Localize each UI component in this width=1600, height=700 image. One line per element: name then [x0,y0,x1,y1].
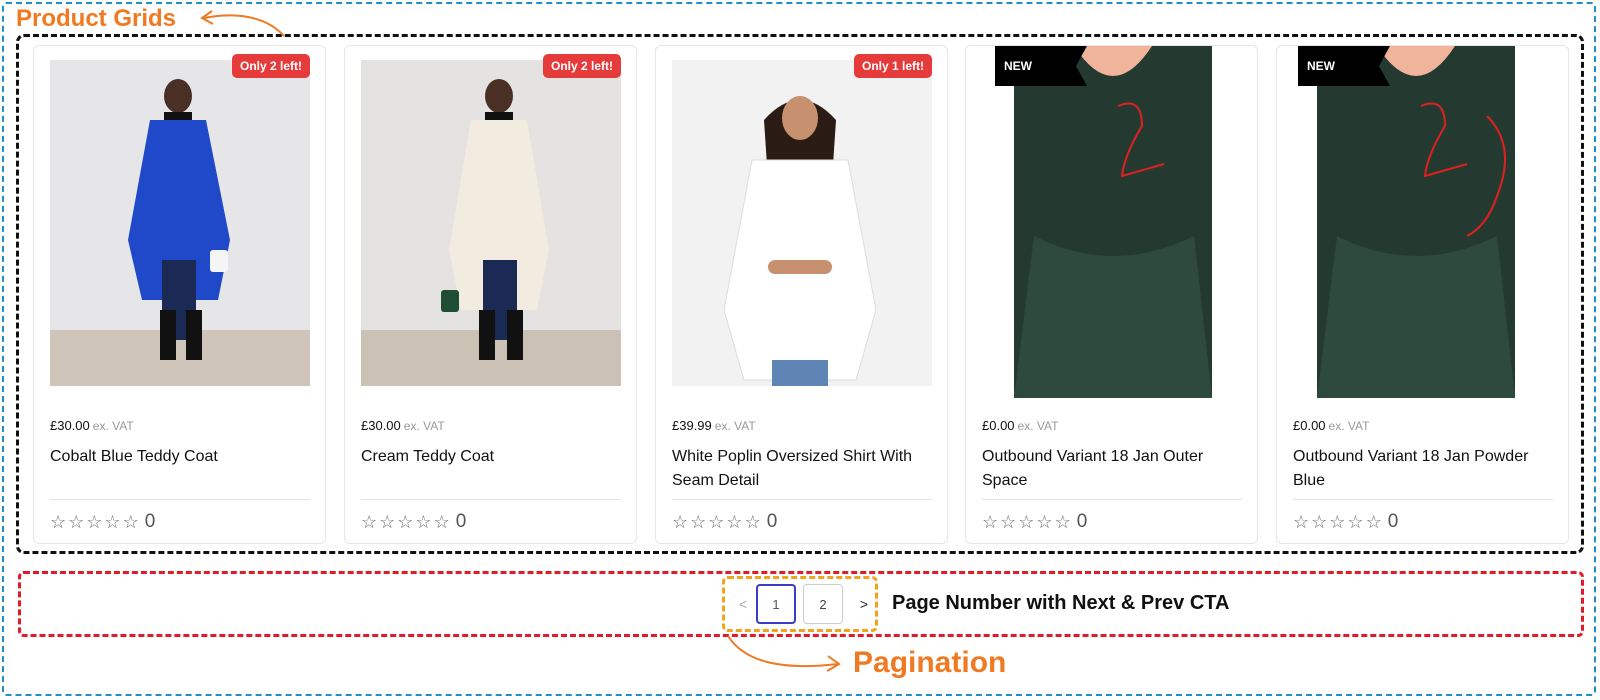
product-card[interactable]: NEW £0.00 ex. VAT Outbound Variant 18 Jan… [1276,45,1569,544]
star-outline-icon: ☆ [361,512,378,532]
rating-count: 0 [766,511,778,532]
product-price: £0.00 ex. VAT [1293,418,1370,433]
card-divider [50,499,310,500]
product-image[interactable] [1014,46,1212,398]
star-outline-icon: ☆ [690,512,707,532]
star-outline-icon: ☆ [1018,512,1035,532]
star-rating: ☆ ☆ ☆ ☆ ☆ 0 [1293,511,1398,533]
page-1-button[interactable]: 1 [756,584,796,624]
star-outline-icon: ☆ [415,512,432,532]
star-outline-icon: ☆ [672,512,689,532]
star-outline-icon: ☆ [68,512,85,532]
product-image[interactable] [50,60,310,386]
new-badge: NEW [995,46,1087,86]
product-photo-cream-coat [361,60,621,386]
annotation-arrow-icon [200,10,285,37]
product-name[interactable]: Outbound Variant 18 Jan Powder Blue [1293,445,1553,493]
pagination-note-label: Page Number with Next & Prev CTA [892,592,1230,614]
product-card[interactable]: Only 1 left! £39.99 ex. VAT White Poplin … [655,45,948,544]
star-rating: ☆ ☆ ☆ ☆ ☆ 0 [50,511,155,533]
star-outline-icon: ☆ [1365,512,1382,532]
product-photo-white-shirt [672,60,932,386]
product-grids-annotation-label: Product Grids [16,5,177,32]
product-card[interactable]: NEW £0.00 ex. VAT Outbound Variant 18 Jan… [965,45,1258,544]
product-name[interactable]: White Poplin Oversized Shirt With Seam D… [672,445,932,493]
product-photo-blue-coat [50,60,310,386]
stock-badge: Only 2 left! [231,54,310,78]
star-outline-icon: ☆ [50,512,67,532]
star-rating: ☆ ☆ ☆ ☆ ☆ 0 [982,511,1087,533]
card-divider [982,499,1242,500]
rating-count: 0 [144,511,156,532]
product-price: £30.00 ex. VAT [50,418,134,433]
product-card[interactable]: Only 2 left! £30.00 ex. VAT Cobalt Blue T… [33,45,326,544]
product-name[interactable]: Cream Teddy Coat [361,445,621,469]
star-outline-icon: ☆ [1000,512,1017,532]
product-name[interactable]: Cobalt Blue Teddy Coat [50,445,310,469]
pagination-annotation-label: Pagination [853,646,1007,679]
star-outline-icon: ☆ [433,512,450,532]
rating-count: 0 [455,511,467,532]
star-outline-icon: ☆ [122,512,139,532]
star-outline-icon: ☆ [1293,512,1310,532]
star-outline-icon: ☆ [708,512,725,532]
card-divider [672,499,932,500]
product-price: £0.00 ex. VAT [982,418,1059,433]
product-image[interactable] [672,60,932,386]
star-rating: ☆ ☆ ☆ ☆ ☆ 0 [361,511,466,533]
star-outline-icon: ☆ [379,512,396,532]
rating-count: 0 [1387,511,1399,532]
star-outline-icon: ☆ [1329,512,1346,532]
product-card[interactable]: Only 2 left! £30.00 ex. VAT Cream Teddy C… [344,45,637,544]
new-badge: NEW [1298,46,1390,86]
star-outline-icon: ☆ [1347,512,1364,532]
star-outline-icon: ☆ [726,512,743,532]
page-2-button[interactable]: 2 [803,584,843,624]
product-image[interactable] [361,60,621,386]
product-name[interactable]: Outbound Variant 18 Jan Outer Space [982,445,1242,493]
star-outline-icon: ☆ [982,512,999,532]
rating-count: 0 [1076,511,1088,532]
card-divider [361,499,621,500]
star-outline-icon: ☆ [1311,512,1328,532]
next-page-button[interactable]: > [844,584,884,624]
star-outline-icon: ☆ [397,512,414,532]
card-divider [1293,499,1553,500]
star-outline-icon: ☆ [86,512,103,532]
product-price: £39.99 ex. VAT [672,418,756,433]
star-rating: ☆ ☆ ☆ ☆ ☆ 0 [672,511,777,533]
star-outline-icon: ☆ [1036,512,1053,532]
product-image[interactable] [1317,46,1515,398]
product-price: £30.00 ex. VAT [361,418,445,433]
star-outline-icon: ☆ [104,512,121,532]
star-outline-icon: ☆ [744,512,761,532]
product-photo-velvet-dress [1014,46,1212,398]
annotation-arrow-icon [727,635,841,672]
star-outline-icon: ☆ [1054,512,1071,532]
stock-badge: Only 1 left! [853,54,932,78]
product-photo-velvet-dress [1317,46,1515,398]
stock-badge: Only 2 left! [542,54,621,78]
